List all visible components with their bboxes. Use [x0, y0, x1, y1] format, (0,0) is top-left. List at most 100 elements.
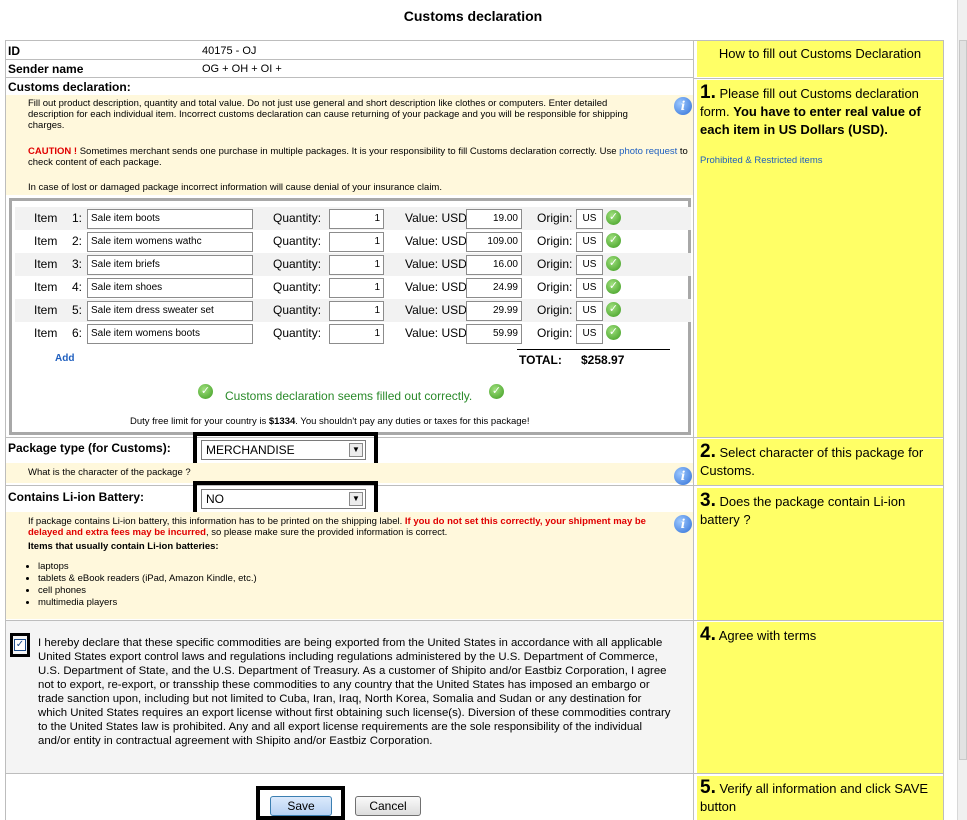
item-description-input[interactable]: Sale item shoes [87, 278, 253, 298]
item-number: 1: [72, 211, 83, 225]
sender-value: OG + OH + OI + [202, 63, 282, 75]
step-3-number: 3. [700, 490, 716, 511]
list-item: laptops [38, 561, 257, 573]
item-number: 3: [72, 257, 83, 271]
help-heading: How to fill out Customs Declaration [697, 41, 943, 77]
info-icon[interactable]: i [674, 515, 692, 533]
step-5-text: Verify all information and click SAVE bu… [700, 781, 929, 814]
origin-label: Origin: [537, 234, 573, 248]
id-value: 40175 - OJ [202, 45, 257, 57]
value-label: Value: USD [405, 280, 467, 294]
quantity-label: Quantity: [273, 257, 322, 271]
info-icon[interactable]: i [674, 97, 692, 115]
quantity-input[interactable]: 1 [329, 209, 384, 229]
chevron-down-icon[interactable]: ▼ [349, 492, 363, 506]
valid-check-icon: ✓ [606, 325, 621, 340]
help-divider [694, 437, 943, 438]
value-label: Value: USD [405, 234, 467, 248]
quantity-label: Quantity: [273, 326, 322, 340]
quantity-input[interactable]: 1 [329, 301, 384, 321]
item-description-input[interactable]: Sale item dress sweater set [87, 301, 253, 321]
help-divider [694, 620, 943, 621]
cancel-button[interactable]: Cancel [355, 796, 421, 816]
items-table: Item 1: Sale item boots Quantity: 1 Value: US… [9, 198, 691, 435]
origin-input[interactable]: US [576, 209, 603, 229]
battery-items-heading: Items that usually contain Li-ion batter… [28, 541, 219, 552]
step-1-emphasis: You have to enter real value of each ite… [700, 104, 921, 137]
origin-input[interactable]: US [576, 301, 603, 321]
item-description-input[interactable]: Sale item briefs [87, 255, 253, 275]
step-2-number: 2. [700, 441, 716, 462]
help-divider [694, 485, 943, 486]
valid-check-icon: ✓ [606, 233, 621, 248]
item-description-input[interactable]: Sale item womens boots [87, 324, 253, 344]
value-label: Value: USD [405, 211, 467, 225]
duty-free-note: Duty free limit for your country is $133… [130, 416, 529, 427]
valid-check-icon: ✓ [606, 279, 621, 294]
quantity-label: Quantity: [273, 280, 322, 294]
battery-select[interactable]: NO ▼ [201, 489, 366, 509]
photo-request-link[interactable]: photo request [619, 146, 677, 157]
add-item-link[interactable]: Add [55, 353, 74, 364]
page-title: Customs declaration [403, 8, 543, 24]
origin-input[interactable]: US [576, 278, 603, 298]
agree-checkbox[interactable]: ✓ [14, 639, 26, 651]
value-input[interactable]: 19.00 [466, 209, 522, 229]
table-row: Item 6: Sale item womens boots Quantity: 1 Va… [15, 322, 691, 345]
value-input[interactable]: 109.00 [466, 232, 522, 252]
row-divider [6, 773, 693, 774]
item-description-input[interactable]: Sale item womens wathc [87, 232, 253, 252]
value-label: Value: USD [405, 257, 467, 271]
vertical-scrollbar[interactable] [957, 0, 967, 820]
battery-note: If package contains Li-ion battery, this… [28, 516, 673, 538]
help-step-2: 2. Select character of this package for … [697, 439, 943, 485]
chevron-down-icon[interactable]: ▼ [349, 443, 363, 457]
table-row: Item 4: Sale item shoes Quantity: 1 Value: US… [15, 276, 691, 299]
item-description-input[interactable]: Sale item boots [87, 209, 253, 229]
step-4-text: Agree with terms [715, 628, 817, 643]
value-input[interactable]: 24.99 [466, 278, 522, 298]
id-label: ID [8, 44, 20, 58]
origin-input[interactable]: US [576, 255, 603, 275]
prohibited-items-link[interactable]: Prohibited & Restricted items [700, 155, 823, 166]
package-type-select[interactable]: MERCHANDISE ▼ [201, 440, 366, 460]
frame-right [943, 40, 944, 820]
save-button[interactable]: Save [270, 796, 332, 816]
origin-label: Origin: [537, 326, 573, 340]
battery-note-pre: If package contains Li-ion battery, this… [28, 516, 405, 527]
quantity-input[interactable]: 1 [329, 232, 384, 252]
duty-pre: Duty free limit for your country is [130, 416, 269, 427]
customs-declaration-window: Customs declaration ID 40175 - OJ Sender… [0, 0, 967, 820]
quantity-input[interactable]: 1 [329, 278, 384, 298]
valid-check-icon: ✓ [606, 210, 621, 225]
item-number: 5: [72, 303, 83, 317]
help-step-5: 5. Verify all information and click SAVE… [697, 776, 943, 820]
info-icon[interactable]: i [674, 467, 692, 485]
item-number: 6: [72, 326, 83, 340]
origin-input[interactable]: US [576, 232, 603, 252]
value-input[interactable]: 29.99 [466, 301, 522, 321]
origin-input[interactable]: US [576, 324, 603, 344]
quantity-input[interactable]: 1 [329, 255, 384, 275]
sender-label: Sender name [8, 62, 84, 76]
package-type-hint: What is the character of the package ? [28, 467, 191, 478]
scrollbar-thumb[interactable] [959, 40, 967, 760]
quantity-input[interactable]: 1 [329, 324, 384, 344]
caution-label: CAUTION ! [28, 146, 78, 157]
total-rule [517, 349, 670, 350]
value-input[interactable]: 59.99 [466, 324, 522, 344]
valid-check-icon: ✓ [606, 302, 621, 317]
help-divider [694, 78, 943, 79]
customs-section-label: Customs declaration: [8, 80, 131, 94]
table-row: Item 2: Sale item womens wathc Quantity: 1 Va… [15, 230, 691, 253]
origin-label: Origin: [537, 280, 573, 294]
item-label: Item [34, 211, 58, 225]
value-label: Value: USD [405, 303, 467, 317]
step-1-number: 1. [700, 82, 716, 103]
valid-check-icon: ✓ [606, 256, 621, 271]
value-input[interactable]: 16.00 [466, 255, 522, 275]
origin-label: Origin: [537, 211, 573, 225]
row-divider [6, 59, 693, 60]
item-label: Item [34, 234, 58, 248]
list-item: tablets & eBook readers (iPad, Amazon Ki… [38, 573, 257, 585]
